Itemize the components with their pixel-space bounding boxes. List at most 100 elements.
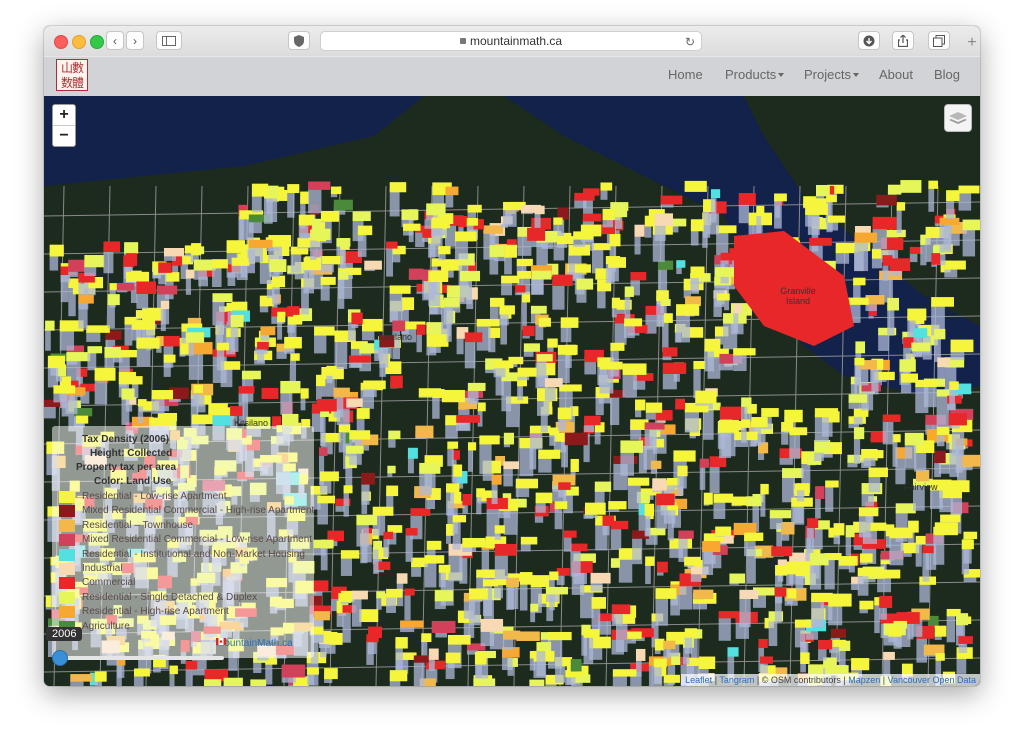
forward-button[interactable]: › — [126, 31, 144, 50]
building-roof — [928, 180, 939, 189]
building-extrusion — [741, 425, 747, 443]
caret-down-icon — [852, 73, 859, 77]
building-roof — [87, 346, 103, 354]
building-roof — [859, 553, 873, 563]
legend-label: Residential - Single Detached & Duplex — [82, 591, 258, 603]
building-extrusion — [386, 247, 393, 277]
privacy-button[interactable] — [288, 31, 310, 50]
share-button[interactable] — [892, 31, 914, 50]
building-extrusion — [570, 549, 581, 577]
building-extrusion — [580, 591, 594, 619]
nav-home[interactable]: Home — [668, 67, 703, 82]
building-roof — [86, 325, 110, 333]
building-roof — [501, 275, 520, 284]
building-extrusion — [506, 583, 514, 610]
building-roof — [635, 648, 646, 661]
building-roof — [103, 241, 121, 253]
building-extrusion — [338, 277, 345, 309]
building-extrusion — [86, 331, 101, 342]
building-roof — [935, 653, 945, 661]
building-roof — [915, 469, 930, 482]
building-roof — [800, 652, 810, 665]
downloads-button[interactable] — [858, 31, 880, 50]
building-roof — [250, 679, 267, 686]
building-extrusion — [212, 299, 225, 326]
nav-about[interactable]: About — [879, 67, 913, 82]
building-extrusion — [857, 573, 869, 596]
place-label-granville-island: Granville Island — [780, 286, 816, 306]
building-roof — [426, 322, 443, 335]
building-extrusion — [878, 333, 889, 351]
building-roof — [886, 229, 906, 238]
sidebar-toggle-button[interactable] — [156, 31, 182, 50]
building-roof — [345, 445, 364, 454]
building-roof — [438, 246, 451, 255]
building-extrusion — [447, 447, 454, 467]
legend-label: Residential - High-rise Apartment — [82, 606, 229, 618]
building-extrusion — [290, 252, 302, 273]
legend-swatch — [59, 606, 75, 619]
nav-projects[interactable]: Projects — [804, 67, 859, 82]
building-extrusion — [248, 245, 263, 263]
building-roof — [407, 447, 418, 459]
building-roof — [238, 386, 255, 394]
building-roof — [716, 225, 737, 234]
building-roof — [319, 256, 344, 265]
building-extrusion — [185, 666, 193, 686]
building-roof — [887, 184, 902, 195]
year-slider-track[interactable] — [56, 656, 224, 660]
vancouver-open-data-link[interactable]: Vancouver Open Data — [888, 675, 976, 685]
building-roof — [104, 346, 121, 358]
building-roof — [94, 368, 116, 381]
building-roof — [468, 588, 488, 600]
leaflet-link[interactable]: Leaflet — [685, 675, 712, 685]
building-roof — [750, 417, 768, 428]
zoom-out-button[interactable]: − — [53, 125, 75, 146]
building-roof — [611, 604, 631, 615]
site-logo[interactable]: 山數 数體 — [56, 59, 88, 91]
back-button[interactable]: ‹ — [106, 31, 124, 50]
building-roof — [759, 656, 773, 664]
building-roof — [516, 258, 533, 267]
building-roof — [796, 483, 810, 491]
building-roof — [565, 344, 577, 356]
year-slider-handle[interactable] — [52, 650, 68, 666]
building-roof — [536, 642, 552, 652]
address-bar[interactable]: mountainmath.ca ↻ — [320, 31, 702, 51]
building-extrusion — [44, 405, 56, 419]
legend-label: Mixed Residential Commercial - Low-rise … — [82, 534, 313, 546]
minimize-window-button[interactable] — [72, 35, 86, 49]
building-extrusion — [405, 534, 413, 562]
building-roof — [946, 190, 960, 202]
building-roof — [208, 403, 228, 417]
building-roof — [876, 194, 897, 206]
nav-blog[interactable]: Blog — [934, 67, 960, 82]
fullscreen-window-button[interactable] — [90, 35, 104, 49]
building-roof — [416, 324, 426, 335]
building-extrusion — [896, 208, 902, 234]
building-roof — [553, 217, 563, 225]
reload-icon[interactable]: ↻ — [685, 33, 695, 51]
zoom-in-button[interactable]: + — [53, 105, 75, 125]
mapzen-link[interactable]: Mapzen — [848, 675, 880, 685]
nav-products[interactable]: Products — [725, 67, 785, 82]
legend-item: Mixed Residential Commercial - High-rise… — [52, 504, 314, 518]
close-window-button[interactable] — [54, 35, 68, 49]
building-roof — [257, 341, 269, 350]
building-extrusion — [536, 360, 547, 378]
building-roof — [698, 656, 716, 669]
layers-button[interactable] — [944, 104, 972, 132]
building-roof — [644, 215, 656, 227]
tabs-overview-button[interactable] — [928, 31, 950, 50]
map-canvas[interactable]: Kitsilano Granville Island Fairview Kits… — [44, 96, 980, 686]
tangram-link[interactable]: Tangram — [719, 675, 754, 685]
building-roof — [934, 625, 947, 637]
new-tab-button[interactable]: + — [962, 34, 980, 54]
mountainmath-link[interactable]: MountainMath.ca — [216, 638, 293, 649]
building-roof — [158, 262, 172, 273]
building-roof — [531, 270, 552, 280]
building-roof — [271, 275, 286, 288]
building-roof — [775, 564, 788, 576]
building-roof — [536, 354, 553, 362]
building-extrusion — [563, 536, 572, 552]
